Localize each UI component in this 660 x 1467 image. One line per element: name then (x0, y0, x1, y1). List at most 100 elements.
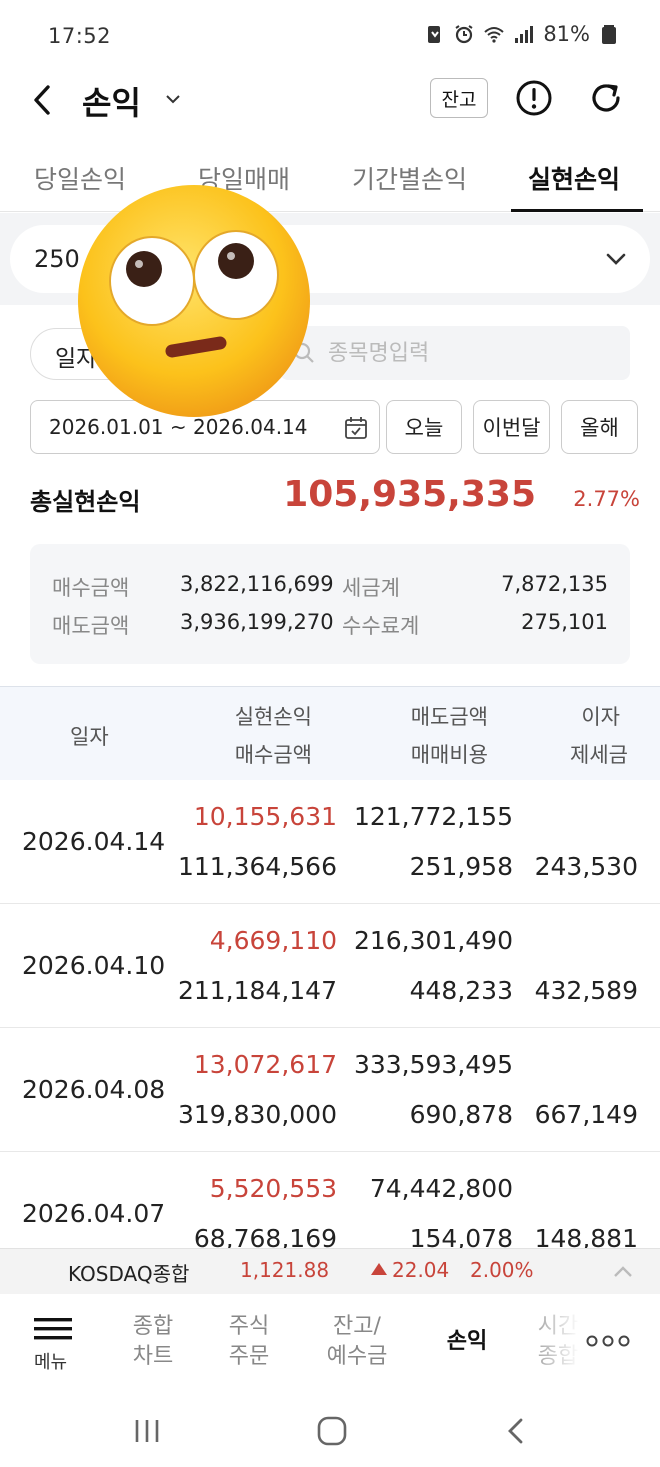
ticker-change: 22.04 (392, 1258, 450, 1282)
up-triangle-icon (371, 1263, 387, 1275)
calendar-icon (345, 417, 367, 439)
header-cost: 매매비용 (410, 743, 488, 767)
row-date: 2026.04.08 (22, 1075, 166, 1104)
chevron-down-icon (166, 95, 180, 104)
total-realized-value: 105,935,335 (283, 474, 536, 515)
row-realized: 4,669,110 (209, 926, 337, 955)
alarm-icon (455, 25, 473, 44)
sell-amount-value: 3,936,199,270 (180, 610, 334, 634)
row-realized: 13,072,617 (193, 1050, 337, 1079)
row-tax: 667,149 (534, 1100, 638, 1129)
nav-balance-line1: 잔고/ (333, 1314, 381, 1339)
row-tax: 243,530 (534, 852, 638, 881)
row-date: 2026.04.07 (22, 1199, 166, 1228)
status-bar: 17:52 81% (0, 0, 660, 70)
nav-order-line2: 주문 (228, 1344, 270, 1369)
row-buy: 68,768,169 (193, 1224, 337, 1248)
row-tax: 432,589 (534, 976, 638, 1005)
account-number: 250 (34, 245, 80, 273)
recent-apps-icon[interactable] (130, 1414, 164, 1448)
table-row[interactable]: 2026.04.10 4,669,110 216,301,490 211,184… (0, 904, 660, 1028)
total-realized-label: 총실현손익 (30, 488, 141, 516)
wifi-icon (484, 27, 504, 43)
bottom-nav: 메뉴 종합 차트 주식 주문 잔고/ 예수금 손익 시간 종합 (0, 1294, 660, 1394)
home-icon[interactable] (315, 1414, 349, 1448)
today-button[interactable]: 오늘 (386, 400, 462, 454)
ticker-percent: 2.00% (470, 1258, 534, 1282)
header-sell: 매도금액 (410, 705, 488, 729)
row-cost: 690,878 (409, 1100, 513, 1129)
app-header: 손익 잔고 (0, 70, 660, 130)
menu-label: 메뉴 (34, 1352, 68, 1373)
this-year-button[interactable]: 올해 (561, 400, 638, 454)
buy-amount-label: 매수금액 (52, 576, 130, 600)
signal-icon (515, 26, 534, 43)
table-row[interactable]: 2026.04.14 10,155,631 121,772,155 111,36… (0, 780, 660, 904)
system-nav-bar (0, 1394, 660, 1467)
back-nav-icon[interactable] (500, 1414, 534, 1448)
fee-total-value: 275,101 (521, 610, 608, 634)
battery-icon (602, 25, 616, 44)
status-time: 17:52 (48, 24, 112, 48)
balance-button[interactable]: 잔고 (430, 78, 488, 118)
hamburger-menu-icon (34, 1318, 72, 1340)
index-ticker[interactable]: KOSDAQ종합 1,121.88 22.04 2.00% (0, 1248, 660, 1294)
refresh-icon[interactable] (586, 78, 626, 118)
tax-total-value: 7,872,135 (501, 572, 608, 596)
buy-amount-value: 3,822,116,699 (180, 572, 334, 596)
nav-pnl-line1: 손익 (446, 1329, 488, 1354)
nav-balance-line2: 예수금 (326, 1344, 388, 1369)
header-tax: 제세금 (570, 743, 628, 767)
chevron-up-icon[interactable] (612, 1261, 634, 1283)
nav-order-line1: 주식 (228, 1314, 270, 1339)
header-realized: 실현손익 (234, 705, 312, 729)
app-notification-icon (428, 26, 441, 43)
header-buy: 매수금액 (234, 743, 312, 767)
row-sell: 216,301,490 (353, 926, 513, 955)
table-row[interactable]: 2026.04.07 5,520,553 74,442,800 68,768,1… (0, 1152, 660, 1248)
nav-pnl[interactable]: 손익 (432, 1327, 502, 1357)
title-dropdown-button[interactable] (160, 86, 186, 112)
tab-realized-pnl[interactable]: 실현손익 (528, 160, 620, 196)
this-month-button[interactable]: 이번달 (473, 400, 550, 454)
table-row[interactable]: 2026.04.08 13,072,617 333,593,495 319,83… (0, 1028, 660, 1152)
row-tax: 148,881 (534, 1224, 638, 1248)
row-buy: 111,364,566 (177, 852, 337, 881)
back-button[interactable] (22, 78, 62, 122)
stock-search-input[interactable] (328, 326, 618, 380)
header-interest: 이자 (581, 705, 620, 729)
summary-card: 매수금액 3,822,116,699 매도금액 3,936,199,270 세금… (30, 544, 630, 664)
info-alert-icon[interactable] (514, 78, 554, 118)
row-date: 2026.04.10 (22, 951, 166, 980)
eye-roll-emoji-overlay (78, 185, 310, 417)
nav-chart-line2: 차트 (132, 1344, 174, 1369)
row-cost: 448,233 (409, 976, 513, 1005)
ticker-index-value: 1,121.88 (240, 1258, 330, 1282)
row-date: 2026.04.14 (22, 827, 166, 856)
nav-chart-line1: 종합 (132, 1314, 174, 1339)
more-dots-icon[interactable] (586, 1334, 630, 1348)
total-realized-rate: 2.77% (573, 487, 640, 511)
active-tab-indicator (511, 209, 643, 212)
tab-period-pnl[interactable]: 기간별손익 (352, 160, 467, 196)
row-sell: 74,442,800 (369, 1174, 513, 1203)
stock-search-box[interactable] (280, 326, 630, 380)
nav-fade (520, 1294, 580, 1394)
table-body: 2026.04.14 10,155,631 121,772,155 111,36… (0, 780, 660, 1248)
row-buy: 319,830,000 (177, 1100, 337, 1129)
table-header: 일자 실현손익 매수금액 매도금액 매매비용 이자 제세금 (0, 686, 660, 780)
nav-balance[interactable]: 잔고/ 예수금 (314, 1312, 400, 1372)
row-cost: 251,958 (409, 852, 513, 881)
row-realized: 5,520,553 (209, 1174, 337, 1203)
nav-chart[interactable]: 종합 차트 (118, 1312, 188, 1372)
header-date: 일자 (70, 725, 109, 749)
nav-order[interactable]: 주식 주문 (214, 1312, 284, 1372)
ticker-index-name: KOSDAQ종합 (68, 1262, 190, 1286)
row-cost: 154,078 (409, 1224, 513, 1248)
page-title: 손익 (82, 84, 141, 122)
row-sell: 333,593,495 (353, 1050, 513, 1079)
chevron-down-icon (606, 253, 626, 265)
row-buy: 211,184,147 (177, 976, 337, 1005)
battery-percent: 81% (543, 22, 590, 46)
fee-total-label: 수수료계 (342, 614, 420, 638)
